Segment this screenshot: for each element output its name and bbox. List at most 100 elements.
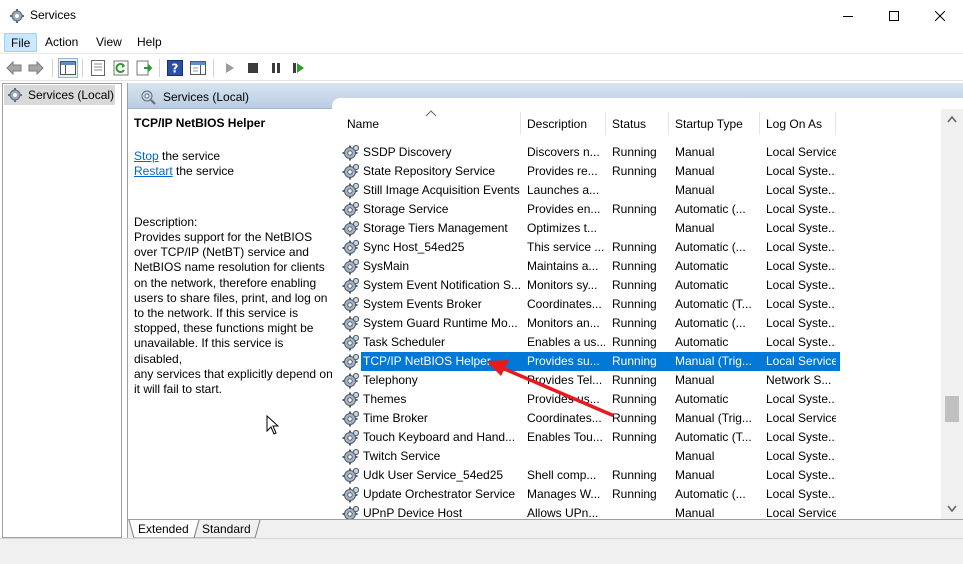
vertical-scrollbar[interactable] <box>941 109 963 519</box>
description-line: stopped, these functions might be <box>134 321 314 336</box>
service-startup-cell: Automatic (T... <box>675 297 752 311</box>
service-logon-cell: Local Syste... <box>766 259 836 273</box>
service-row[interactable]: Storage Tiers Management Optimizes t... Ma… <box>333 219 836 238</box>
service-row[interactable]: Time Broker Coordinates... Running Manual (… <box>333 409 836 428</box>
resume-service-button[interactable] <box>289 58 309 78</box>
description-panel: TCP/IP NetBIOS Helper Stop the service R… <box>128 109 333 519</box>
menu-file[interactable]: File <box>4 33 38 52</box>
pane-header: Services (Local) <box>128 83 963 109</box>
service-name-cell: System Events Broker <box>363 297 482 311</box>
properties-button[interactable] <box>88 58 108 78</box>
service-status-cell: Running <box>612 259 657 273</box>
service-gear-icon <box>342 277 359 294</box>
service-row[interactable]: Udk User Service_54ed25 Shell comp... Runn… <box>333 466 836 485</box>
pause-service-button[interactable] <box>266 58 286 78</box>
service-gear-icon <box>342 486 359 503</box>
column-header-name[interactable]: Name <box>341 112 521 135</box>
tree-item-services-local[interactable]: Services (Local) <box>4 85 115 105</box>
scrollbar-thumb[interactable] <box>945 396 959 422</box>
service-logon-cell: Local Syste... <box>766 430 836 444</box>
service-name-cell: Udk User Service_54ed25 <box>363 468 504 482</box>
service-logon-cell: Network S... <box>766 373 832 387</box>
back-button[interactable] <box>4 58 24 78</box>
refresh-icon <box>113 60 129 76</box>
service-row[interactable]: TCP/IP NetBIOS Helper Provides su... Runni… <box>342 352 840 371</box>
service-logon-cell: Local Syste... <box>766 335 836 349</box>
tab-standard[interactable]: Standard <box>202 520 251 538</box>
magnifier-gear-icon <box>141 90 156 105</box>
stop-suffix: the service <box>158 149 221 163</box>
service-description-cell: Monitors an... <box>527 316 600 330</box>
service-row[interactable]: Themes Provides us... Running Automatic Loca… <box>333 390 836 409</box>
close-button[interactable] <box>917 0 963 31</box>
service-row[interactable]: Touch Keyboard and Hand... Enables Tou...… <box>333 428 836 447</box>
scroll-down-icon[interactable] <box>947 505 957 513</box>
start-service-button[interactable] <box>220 58 240 78</box>
column-header-description[interactable]: Description <box>521 112 606 135</box>
service-status-cell: Running <box>612 202 657 216</box>
service-name-cell: Update Orchestrator Service <box>363 487 516 501</box>
service-row[interactable]: Twitch Service Manual Local Syste... <box>333 447 836 466</box>
service-logon-cell: Local Syste... <box>766 278 836 292</box>
menu-action[interactable]: Action <box>39 33 84 52</box>
description-line: on the network, therefore enabling <box>134 275 317 290</box>
description-line: NetBIOS name resolution for clients <box>134 260 325 275</box>
show-hide-action-pane-button[interactable] <box>188 58 208 78</box>
service-row[interactable]: Update Orchestrator Service Manages W... R… <box>333 485 836 504</box>
service-row[interactable]: System Guard Runtime Mo... Monitors an...… <box>333 314 836 333</box>
service-status-cell: Running <box>612 392 657 406</box>
service-description-cell: Maintains a... <box>527 259 599 273</box>
service-row[interactable]: SysMain Maintains a... Running Automatic Loc… <box>333 257 836 276</box>
tab-extended[interactable]: Extended <box>138 520 189 538</box>
service-row[interactable]: SSDP Discovery Discovers n... Running Manua… <box>333 143 836 162</box>
service-row[interactable]: Still Image Acquisition Events Launches a… <box>333 181 836 200</box>
description-line: it will fail to start. <box>134 382 223 397</box>
forward-button[interactable] <box>26 58 46 78</box>
menu-view[interactable]: View <box>90 33 128 52</box>
service-gear-icon <box>342 353 359 370</box>
stop-service-button[interactable] <box>243 58 263 78</box>
service-row[interactable]: Telephony Provides Tel... Running Manual Net… <box>333 371 836 390</box>
maximize-icon <box>889 10 899 21</box>
service-logon-cell: Local Syste... <box>766 316 836 330</box>
stop-link[interactable]: Stop <box>134 149 159 163</box>
column-header-log-on-as[interactable]: Log On As <box>760 112 836 135</box>
service-startup-cell: Automatic (... <box>675 202 746 216</box>
restart-action-line: Restart the service <box>134 164 234 178</box>
service-name-cell: Telephony <box>363 373 418 387</box>
service-row[interactable]: Sync Host_54ed25 This service ... Running A… <box>333 238 836 257</box>
service-logon-cell: Local Syste... <box>766 202 836 216</box>
show-hide-console-tree-button[interactable] <box>58 58 78 78</box>
description-label: Description: <box>134 215 198 229</box>
service-row[interactable]: System Events Broker Coordinates... Runnin… <box>333 295 836 314</box>
service-name-cell: Time Broker <box>363 411 428 425</box>
help-icon: ? <box>167 60 183 76</box>
service-description-cell: Monitors sy... <box>527 278 598 292</box>
menu-help[interactable]: Help <box>131 33 168 52</box>
back-arrow-icon <box>6 61 22 75</box>
service-row[interactable]: Storage Service Provides en... Running Auto… <box>333 200 836 219</box>
column-header-status[interactable]: Status <box>606 112 669 135</box>
help-button[interactable]: ? <box>165 58 185 78</box>
service-status-cell: Running <box>612 354 657 368</box>
service-row[interactable]: System Event Notification S... Monitors s… <box>333 276 836 295</box>
service-gear-icon <box>342 429 359 446</box>
service-row[interactable]: UPnP Device Host Allows UPn... Manual Local… <box>333 504 836 519</box>
service-startup-cell: Automatic <box>675 278 729 292</box>
service-row[interactable]: State Repository Service Provides re... Ru… <box>333 162 836 181</box>
export-list-button[interactable] <box>134 58 154 78</box>
minimize-button[interactable] <box>825 0 871 31</box>
service-logon-cell: Local Syste... <box>766 240 836 254</box>
column-header-startup-type[interactable]: Startup Type <box>669 112 760 135</box>
service-description-cell: Launches a... <box>527 183 600 197</box>
scroll-up-icon[interactable] <box>947 115 957 123</box>
header-notch <box>332 98 963 109</box>
restart-link[interactable]: Restart <box>134 164 173 178</box>
maximize-button[interactable] <box>871 0 917 31</box>
service-name-cell: System Guard Runtime Mo... <box>363 316 518 330</box>
service-status-cell: Running <box>612 240 657 254</box>
refresh-button[interactable] <box>111 58 131 78</box>
service-row[interactable]: Task Scheduler Enables a us... Running Auto… <box>333 333 836 352</box>
close-icon <box>935 10 945 21</box>
service-name-cell: System Event Notification S... <box>363 278 520 292</box>
